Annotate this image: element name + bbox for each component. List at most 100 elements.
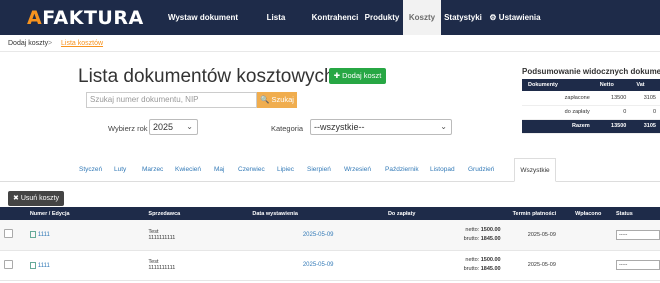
header-seller: Sprzedawca [144,207,249,220]
tab-maj[interactable]: Maj [214,166,224,173]
issue-date-link[interactable]: 2025-05-09 [303,232,334,238]
status-select[interactable]: ----- [616,229,660,240]
search-input[interactable]: Szukaj numer dokumentu, NIP [86,92,257,108]
summary-row-label: zapłacone [522,91,594,106]
brutto-label: brutto: [463,235,480,242]
tab-kwiecien[interactable]: Kwiecień [175,166,201,173]
document-number-link[interactable]: 1111 [38,262,50,268]
summary-table: Dokumenty Netto Vat zapłacone 13500 3105… [522,79,660,134]
tab-grudzien[interactable]: Grudzień [468,166,494,173]
amount-cell: netto: 1500.00 brutto: 1845.00 [383,220,509,251]
add-cost-button[interactable]: ✚ Dodaj koszt [329,68,386,84]
nav-wystaw-dokument[interactable]: Wystaw dokument [163,0,243,35]
breadcrumb-dodaj-koszty[interactable]: Dodaj koszty [8,40,48,47]
tab-styczen[interactable]: Styczeń [79,166,102,173]
tab-wszystkie[interactable]: Wszystkie [514,158,556,182]
header-paid: Wpłacono [571,207,612,220]
nav-lista-dokumentow[interactable]: Lista dokumentów [243,0,309,57]
category-select[interactable]: --wszystkie-- ⌄ [310,119,452,135]
month-tabs: Styczeń Luty Marzec Kwiecień Maj Czerwie… [0,158,660,182]
header-issue-date: Data wystawienia [248,207,384,220]
amount-cell: netto: 1500.00 brutto: 1845.00 [383,250,509,281]
netto-value: 1500.00 [480,257,501,263]
nav-kontrahenci[interactable]: Kontrahenci [309,0,361,35]
row-select-cell [0,220,26,251]
header-status: Status [612,207,660,220]
breadcrumb: Dodaj koszty > Lista kosztów [0,35,660,52]
year-label: Wybierz rok [108,124,148,133]
summary-panel: Podsumowanie widocznych dokumentów Dokum… [522,67,660,134]
summary-total-vat: 3105 [630,119,660,134]
edit-document-icon[interactable] [29,261,36,269]
netto-value: 1500.00 [480,226,501,233]
document-number-link[interactable]: 1111 [38,232,50,238]
summary-header: Vat [630,79,660,91]
header-checkbox-col [0,207,26,220]
tab-sierpien[interactable]: Sierpień [307,166,331,173]
nav-produkty[interactable]: Produkty [361,0,403,35]
category-label: Kategoria [271,124,304,133]
nav-koszty[interactable]: Koszty [403,0,441,35]
header-due-date: Termin płatności [508,207,572,220]
app-logo[interactable]: AFAKTURA [27,7,144,29]
issue-date-cell: 2025-05-09 [248,250,384,281]
summary-total-netto: 13500 [593,119,631,134]
summary-header: Netto [593,79,631,91]
top-navbar: AFAKTURA Wystaw dokument Lista dokumentó… [0,0,660,57]
summary-netto: 13500 [593,91,631,106]
chevron-down-icon: ⌄ [186,122,193,131]
netto-label: netto: [465,257,480,263]
summary-netto: 0 [593,105,631,120]
chevron-down-icon: ⌄ [440,122,447,131]
tab-listopad[interactable]: Listopad [430,166,455,173]
year-select-value: 2025 [153,122,174,132]
edit-document-icon[interactable] [29,231,36,239]
row-select-cell [0,250,26,281]
number-cell: 1111 [25,250,145,281]
tab-lipiec[interactable]: Lipiec [277,166,294,173]
header-to-pay: Do zapłaty [383,207,509,220]
due-date-cell: 2025-05-09 [508,220,572,251]
due-date-cell: 2025-05-09 [508,250,572,281]
summary-row-label: do zapłaty [522,105,594,120]
row-checkbox[interactable] [4,229,13,239]
status-select[interactable]: ----- [616,260,660,270]
tab-wrzesien[interactable]: Wrzesień [344,166,371,173]
brutto-value: 1845.00 [480,235,501,242]
seller-cell: Test 1111111111 [144,250,249,281]
summary-title: Podsumowanie widocznych dokumentów [522,67,660,76]
paid-cell [571,220,612,251]
tab-pazdziernik[interactable]: Październik [385,166,419,173]
tab-czerwiec[interactable]: Czerwiec [238,166,265,173]
brutto-value: 1845.00 [480,266,501,272]
seller-nip: 1111111111 [148,234,176,241]
paid-cell [571,250,612,281]
nav-statystyki[interactable]: Statystyki [441,0,485,35]
nav-ustawienia[interactable]: ⚙ Ustawienia [485,0,545,35]
number-cell: 1111 [25,220,145,251]
brutto-label: brutto: [463,266,480,272]
status-cell: ----- [612,250,660,281]
seller-cell: Test 1111111111 [144,220,249,251]
breadcrumb-separator: > [48,40,53,47]
year-select[interactable]: 2025 ⌄ [149,119,198,135]
summary-vat: 3105 [630,91,660,106]
delete-costs-button[interactable]: ✖ Usuń koszty [8,191,64,206]
search-button[interactable]: 🔍 Szukaj [257,92,297,108]
breadcrumb-lista-kosztow[interactable]: Lista kosztów [61,40,103,47]
row-checkbox[interactable] [4,259,13,269]
status-cell: ----- [612,220,660,251]
issue-date-link[interactable]: 2025-05-09 [303,262,334,268]
category-select-value: --wszystkie-- [314,122,365,132]
costs-table: Numer / Edycja Sprzedawca Data wystawien… [0,207,660,281]
tab-luty[interactable]: Luty [114,166,126,173]
tab-marzec[interactable]: Marzec [142,166,163,173]
summary-vat: 0 [630,105,660,120]
seller-nip: 1111111111 [148,265,176,271]
page-title: Lista dokumentów kosztowych [78,66,335,87]
header-number: Numer / Edycja [25,207,145,220]
netto-label: netto: [465,226,480,233]
summary-header: Dokumenty [522,79,594,91]
issue-date-cell: 2025-05-09 [248,220,384,251]
summary-total-label: Razem [522,119,594,134]
